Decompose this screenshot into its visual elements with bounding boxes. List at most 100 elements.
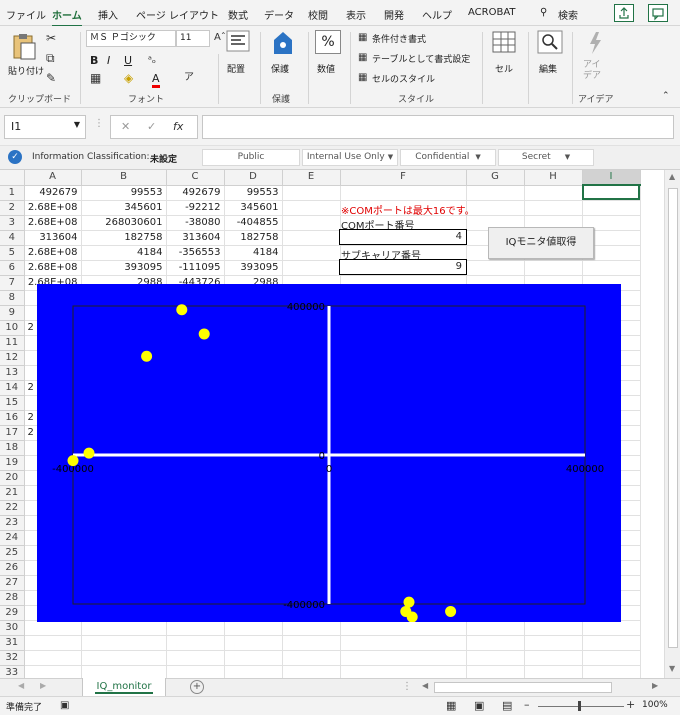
row-header[interactable]: 13 xyxy=(0,365,25,381)
zoom-slider[interactable] xyxy=(538,706,624,707)
bold-button[interactable]: B xyxy=(90,54,98,67)
row-header[interactable]: 20 xyxy=(0,470,25,486)
cell-c1[interactable]: 492679 xyxy=(166,185,225,201)
tab-review[interactable]: 校閲 xyxy=(308,7,328,22)
cell-g33[interactable] xyxy=(466,665,525,678)
scroll-down-icon[interactable]: ▼ xyxy=(669,664,675,673)
cell-e33[interactable] xyxy=(282,665,341,678)
row-header[interactable]: 19 xyxy=(0,455,25,471)
tab-acrobat[interactable]: ACROBAT xyxy=(468,7,516,18)
column-header-h[interactable]: H xyxy=(524,170,583,186)
cell-h32[interactable] xyxy=(524,650,583,666)
internal-use-button[interactable]: Internal Use Only ▼ xyxy=(302,149,398,166)
edit-button[interactable]: 編集 xyxy=(534,30,568,86)
formula-input[interactable] xyxy=(202,115,674,139)
cell-i33[interactable] xyxy=(582,665,641,678)
cell-c30[interactable] xyxy=(166,620,225,636)
cut-icon[interactable]: ✂ xyxy=(46,32,56,44)
font-name-select[interactable]: ＭＳ Ｐゴシック xyxy=(86,30,176,47)
conditional-format-button[interactable]: 条件付き書式 xyxy=(372,32,426,45)
column-header-g[interactable]: G xyxy=(466,170,525,186)
cell-i32[interactable] xyxy=(582,650,641,666)
cell-h6[interactable] xyxy=(524,260,583,276)
page-layout-view-icon[interactable]: ▣ xyxy=(474,700,484,712)
cell-b31[interactable] xyxy=(81,635,167,651)
scroll-left-icon[interactable]: ◀ xyxy=(422,681,428,690)
tab-file[interactable]: ファイル xyxy=(6,7,46,22)
row-header[interactable]: 18 xyxy=(0,440,25,456)
row-header[interactable]: 24 xyxy=(0,530,25,546)
cell-b4[interactable]: 182758 xyxy=(81,230,167,246)
cell-e5[interactable] xyxy=(282,245,341,261)
zoom-out-icon[interactable]: – xyxy=(524,699,530,711)
cancel-icon[interactable]: ✕ xyxy=(121,120,130,133)
row-header[interactable]: 2 xyxy=(0,200,25,216)
normal-view-icon[interactable]: ▦ xyxy=(446,700,456,712)
get-iq-monitor-button[interactable]: IQモニタ値取得 xyxy=(488,227,594,259)
scroll-right-icon[interactable]: ▶ xyxy=(652,681,658,690)
sheet-tab-iq-monitor[interactable]: IQ_monitor xyxy=(82,678,166,697)
cell-h1[interactable] xyxy=(524,185,583,201)
cell-e30[interactable] xyxy=(282,620,341,636)
format-as-table-button[interactable]: テーブルとして書式設定 xyxy=(372,52,470,65)
scroll-up-icon[interactable]: ▲ xyxy=(669,172,675,181)
row-header[interactable]: 11 xyxy=(0,335,25,351)
row-header[interactable]: 26 xyxy=(0,560,25,576)
row-header[interactable]: 7 xyxy=(0,275,25,291)
align-button[interactable]: 配置 xyxy=(222,30,256,86)
cell-d2[interactable]: 345601 xyxy=(224,200,283,216)
column-header-a[interactable]: A xyxy=(24,170,82,186)
font-size-select[interactable]: 11 xyxy=(176,30,210,47)
cell-c5[interactable]: -356553 xyxy=(166,245,225,261)
drag-handle-icon[interactable]: ⋮ xyxy=(94,118,104,129)
column-header-c[interactable]: C xyxy=(166,170,225,186)
enter-icon[interactable]: ✓ xyxy=(147,120,156,133)
cell-d32[interactable] xyxy=(224,650,283,666)
format-painter-icon[interactable]: ✎ xyxy=(46,72,56,84)
paste-button[interactable]: 貼り付け xyxy=(8,32,44,84)
column-header-b[interactable]: B xyxy=(81,170,167,186)
tab-formulas[interactable]: 数式 xyxy=(228,7,248,22)
phonetic-icon[interactable]: ア xyxy=(184,72,194,84)
cell-c33[interactable] xyxy=(166,665,225,678)
tab-insert[interactable]: 挿入 xyxy=(98,7,118,22)
cell-i6[interactable] xyxy=(582,260,641,276)
share-icon[interactable] xyxy=(614,4,634,22)
cell-i2[interactable] xyxy=(582,200,641,216)
cell-c4[interactable]: 313604 xyxy=(166,230,225,246)
tab-help[interactable]: ヘルプ xyxy=(422,7,452,22)
cell-e4[interactable] xyxy=(282,230,341,246)
cell-a5[interactable]: 2.68E+08 xyxy=(24,245,82,261)
border-icon[interactable]: ▦ xyxy=(90,72,101,84)
cell-c32[interactable] xyxy=(166,650,225,666)
row-header[interactable]: 14 xyxy=(0,380,25,396)
row-header[interactable]: 28 xyxy=(0,590,25,606)
cell-a32[interactable] xyxy=(24,650,82,666)
cell-b33[interactable] xyxy=(81,665,167,678)
collapse-ribbon-icon[interactable]: ⌃ xyxy=(662,90,670,102)
cell-d4[interactable]: 182758 xyxy=(224,230,283,246)
tab-view[interactable]: 表示 xyxy=(346,7,366,22)
row-header[interactable]: 33 xyxy=(0,665,25,678)
cell-e6[interactable] xyxy=(282,260,341,276)
confidential-button[interactable]: Confidential ▼ xyxy=(400,149,496,166)
cell-e3[interactable] xyxy=(282,215,341,231)
scroll-thumb[interactable] xyxy=(668,188,678,648)
row-header[interactable]: 22 xyxy=(0,500,25,516)
zoom-in-icon[interactable]: + xyxy=(626,699,635,711)
fill-color-icon[interactable]: ◈ xyxy=(124,72,133,84)
cell-h2[interactable] xyxy=(524,200,583,216)
tab-data[interactable]: データ xyxy=(264,7,294,22)
copy-icon[interactable]: ⧉ xyxy=(46,52,55,64)
com-port-input[interactable]: 4 xyxy=(339,229,467,245)
search-icon[interactable]: ⚲ xyxy=(540,7,547,18)
tab-split-handle-icon[interactable]: ⋮ xyxy=(402,681,412,692)
cell-g32[interactable] xyxy=(466,650,525,666)
cell-g30[interactable] xyxy=(466,620,525,636)
column-header-i[interactable]: I xyxy=(582,170,641,186)
cell-b32[interactable] xyxy=(81,650,167,666)
cell-a31[interactable] xyxy=(24,635,82,651)
prev-sheet-icon[interactable]: ◀ xyxy=(18,681,24,690)
cell-h30[interactable] xyxy=(524,620,583,636)
iq-scatter-chart[interactable]: -400000 0 400000 400000 0 -400000 xyxy=(37,284,621,623)
